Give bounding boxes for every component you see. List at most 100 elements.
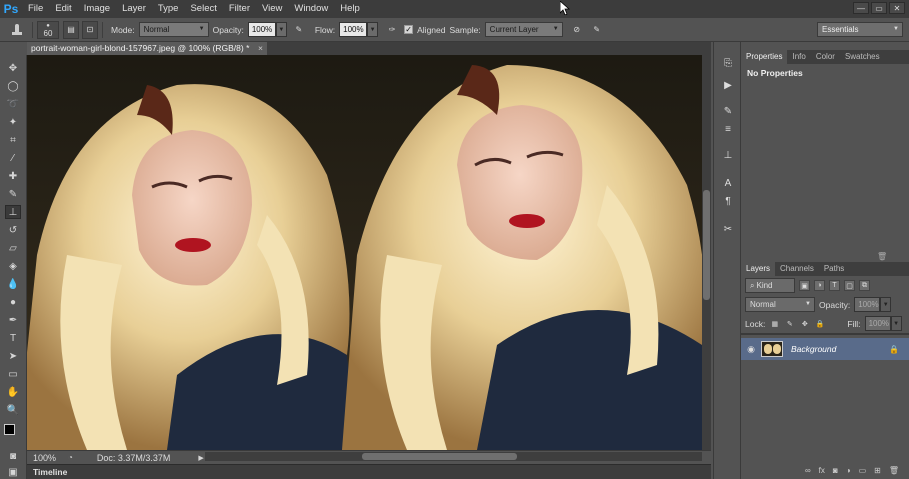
menu-type[interactable]: Type	[152, 0, 185, 18]
status-menu-arrow-icon[interactable]: ▶	[198, 454, 203, 462]
timeline-label[interactable]: Timeline	[33, 467, 67, 477]
brush-size-picker[interactable]: ● 60	[37, 20, 59, 39]
paint-bucket-tool[interactable]: ◈	[5, 259, 21, 273]
filter-smart-object-icon[interactable]: ⧉	[859, 280, 870, 291]
filter-shape-icon[interactable]: ▢	[844, 280, 855, 291]
timeline-panel[interactable]: Timeline	[27, 464, 711, 479]
magic-wand-tool[interactable]: ✦	[5, 115, 21, 129]
adjustment-layer-icon[interactable]: ◑	[846, 466, 851, 475]
history-brush-tool[interactable]: ↺	[5, 223, 21, 237]
layer-row[interactable]: ◉ Background 🔒	[741, 338, 909, 360]
aligned-checkbox[interactable]: ✓	[404, 25, 414, 34]
filter-kind-dropdown[interactable]: ⌕ Kind	[745, 278, 795, 293]
document-tab[interactable]: portrait-woman-girl-blond-157967.jpeg @ …	[27, 42, 267, 55]
screen-mode-button[interactable]: ▣	[5, 465, 21, 479]
properties-delete-icon[interactable]: 🗑	[877, 252, 887, 261]
clone-source-toggle[interactable]: ⊡	[82, 20, 98, 39]
type-tool[interactable]: T	[5, 331, 21, 345]
filter-type-icon[interactable]: T	[829, 280, 840, 291]
flow-dropdown-button[interactable]: ▼	[367, 22, 379, 37]
lock-transparent-icon[interactable]: ▦	[769, 318, 780, 329]
healing-brush-tool[interactable]: ✚	[5, 169, 21, 183]
status-info-icon[interactable]: ◔	[68, 453, 73, 462]
new-layer-icon[interactable]: ⊞	[874, 466, 881, 475]
airbrush-button[interactable]: ✑	[384, 21, 400, 39]
clone-stamp-tool[interactable]: ⊥	[5, 205, 21, 219]
close-tab-icon[interactable]: ×	[258, 42, 263, 55]
menu-window[interactable]: Window	[288, 0, 334, 18]
menu-help[interactable]: Help	[334, 0, 366, 18]
new-group-icon[interactable]: ▭	[859, 466, 867, 475]
quick-mask-button[interactable]: ◙	[5, 449, 21, 463]
flow-input[interactable]: 100%	[339, 22, 368, 37]
brush-tool[interactable]: ✎	[5, 187, 21, 201]
layer-name[interactable]: Background	[791, 344, 836, 354]
brush-panel-toggle[interactable]: ▤	[63, 20, 79, 39]
minimize-button[interactable]: —	[853, 2, 869, 14]
eraser-tool[interactable]: ▱	[5, 241, 21, 255]
dodge-tool[interactable]: ●	[5, 295, 21, 309]
tab-channels[interactable]: Channels	[775, 262, 819, 276]
layer-opacity-input[interactable]: 100%	[854, 297, 881, 312]
pressure-opacity-button[interactable]: ✎	[291, 21, 307, 39]
restore-button[interactable]: ▭	[871, 2, 887, 14]
menu-edit[interactable]: Edit	[49, 0, 77, 18]
opacity-input[interactable]: 100%	[247, 22, 276, 37]
actions-panel-button[interactable]: ▶	[720, 78, 736, 92]
vertical-scroll-thumb[interactable]	[703, 190, 710, 300]
opacity-dropdown-button[interactable]: ▼	[275, 22, 287, 37]
fill-dropdown[interactable]: ▼	[890, 316, 902, 331]
tab-info[interactable]: Info	[787, 50, 810, 64]
pen-tool[interactable]: ✒	[5, 313, 21, 327]
marquee-tool[interactable]: ◯	[5, 79, 21, 93]
add-mask-icon[interactable]: ◙	[833, 466, 838, 475]
workspace-dropdown[interactable]: Essentials ▼	[817, 22, 903, 37]
zoom-tool[interactable]: 🔍	[5, 403, 21, 417]
foreground-color-swatch[interactable]	[4, 424, 15, 435]
path-selection-tool[interactable]: ➤	[5, 349, 21, 363]
lock-all-icon[interactable]: 🔒	[814, 318, 825, 329]
filter-adjustment-icon[interactable]: ◑	[814, 280, 825, 291]
image-canvas[interactable]	[27, 55, 702, 450]
zoom-level[interactable]: 100%	[33, 453, 56, 463]
hand-tool[interactable]: ✋	[5, 385, 21, 399]
lock-position-icon[interactable]: ✥	[799, 318, 810, 329]
move-tool[interactable]: ✥	[5, 61, 21, 75]
layer-opacity-dropdown[interactable]: ▼	[880, 297, 892, 312]
paragraph-panel-button[interactable]: ¶	[720, 194, 736, 208]
blur-tool[interactable]: 💧	[5, 277, 21, 291]
layer-style-icon[interactable]: fx	[819, 466, 825, 475]
tab-layers[interactable]: Layers	[741, 262, 776, 276]
tab-paths[interactable]: Paths	[819, 262, 849, 276]
pressure-size-button[interactable]: ✎	[589, 21, 605, 39]
shape-tool[interactable]: ▭	[5, 367, 21, 381]
filter-pixel-icon[interactable]: ▣	[799, 280, 810, 291]
tab-properties[interactable]: Properties	[741, 50, 788, 64]
menu-filter[interactable]: Filter	[223, 0, 256, 18]
ignore-adjustment-layers-button[interactable]: ⊘	[569, 21, 585, 39]
menu-file[interactable]: File	[22, 0, 49, 18]
crop-tool[interactable]: ⌗	[5, 133, 21, 147]
menu-image[interactable]: Image	[78, 0, 116, 18]
menu-view[interactable]: View	[256, 0, 288, 18]
history-panel-button[interactable]: ⎘	[720, 56, 736, 70]
menu-select[interactable]: Select	[184, 0, 222, 18]
mode-dropdown[interactable]: Normal ▼	[138, 22, 209, 37]
horizontal-scroll-thumb[interactable]	[362, 453, 517, 460]
lasso-tool[interactable]: ➰	[5, 97, 21, 111]
blend-mode-dropdown[interactable]: Normal ▼	[745, 297, 815, 312]
fill-input[interactable]: 100%	[864, 316, 891, 331]
menu-layer[interactable]: Layer	[116, 0, 152, 18]
character-panel-button[interactable]: A	[720, 176, 736, 190]
clone-stamp-tool-preset[interactable]	[6, 21, 28, 39]
lock-pixels-icon[interactable]: ✎	[784, 318, 795, 329]
close-window-button[interactable]: ✕	[889, 2, 905, 14]
tab-swatches[interactable]: Swatches	[840, 50, 885, 64]
delete-layer-icon[interactable]: 🗑	[889, 466, 899, 475]
visibility-eye-icon[interactable]: ◉	[741, 344, 761, 355]
tool-presets-button[interactable]: ✂	[720, 222, 736, 236]
sample-dropdown[interactable]: Current Layer ▼	[484, 22, 563, 37]
brush-presets-button[interactable]: ≡	[720, 122, 736, 136]
eyedropper-tool[interactable]: ⁄	[5, 151, 21, 165]
brush-panel-button[interactable]: ✎	[720, 104, 736, 118]
